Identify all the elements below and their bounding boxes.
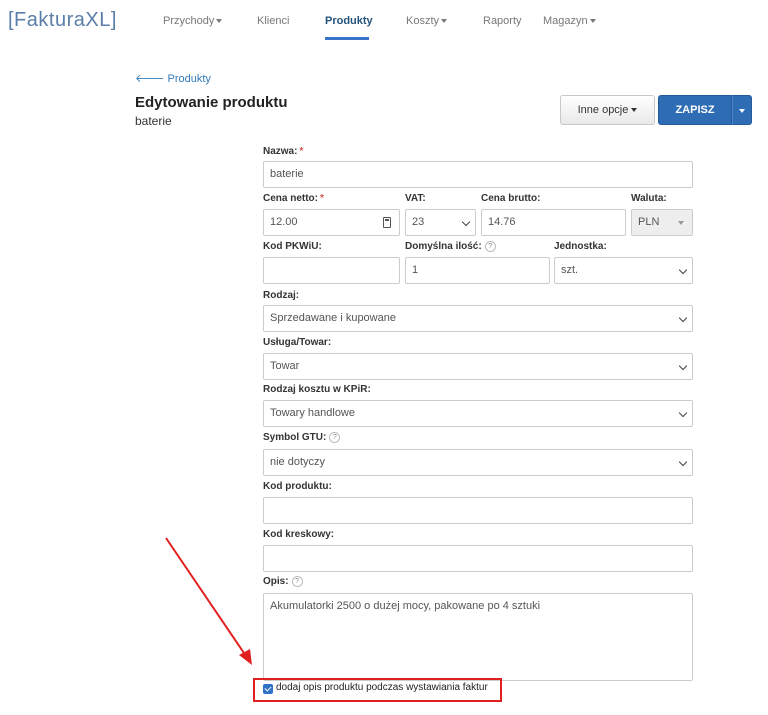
annotation-arrow	[165, 537, 252, 665]
